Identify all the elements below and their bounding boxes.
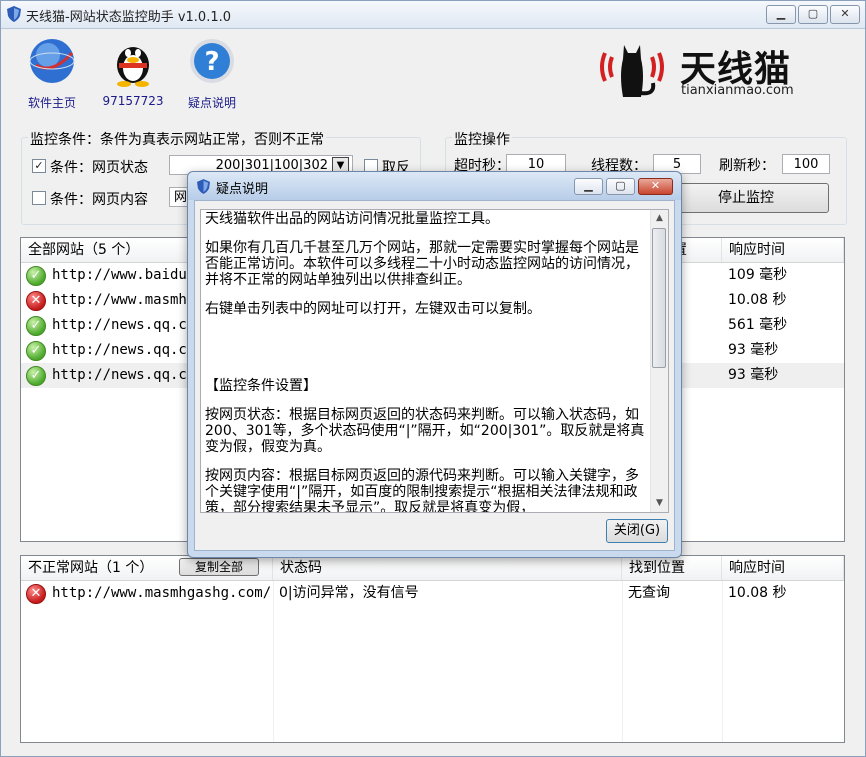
status-ok-icon: [26, 341, 46, 361]
qq-penguin-icon: [117, 47, 149, 87]
help-paragraph: 天线猫软件出品的网站访问情况批量监控工具。: [205, 211, 499, 227]
scroll-thumb[interactable]: [652, 228, 666, 368]
condition-content-value: 网: [174, 190, 188, 205]
condition-legend: 监控条件：条件为真表示网站正常，否则不正常: [28, 129, 326, 149]
title-bar[interactable]: 天线猫-网站状态监控助手 v1.0.1.0 ▁ ▢ ✕: [1, 1, 865, 29]
site-url: http://www.masmhgashg.com/: [52, 585, 272, 601]
condition-status-label: 条件：网页状态: [50, 160, 148, 176]
status-ok-icon: [26, 316, 46, 336]
app-shield-icon: [7, 6, 21, 22]
toolbar-help-label: 疑点说明: [187, 96, 236, 110]
dialog-close-icon[interactable]: ✕: [638, 178, 673, 195]
status-error-icon: [26, 584, 46, 604]
refresh-input[interactable]: 100: [782, 154, 830, 174]
dialog-close-button[interactable]: 关闭(G): [606, 519, 668, 543]
condition-content-label: 条件：网页内容: [50, 192, 148, 208]
refresh-label: 刷新秒：: [719, 158, 775, 174]
help-paragraph: 右键单击列表中的网址可以打开，左键双击可以复制。: [205, 301, 541, 317]
site-response-time: 93 毫秒: [728, 367, 779, 383]
dialog-shield-icon: [197, 179, 210, 194]
site-status-code: 0|访问异常，没有信号: [279, 585, 419, 601]
dialog-title: 疑点说明: [216, 182, 269, 197]
help-dialog: 疑点说明 ▁ ▢ ✕ 天线猫软件出品的网站访问情况批量监控工具。 如果你有几百几…: [187, 171, 682, 558]
help-paragraph: 按网页内容：根据目标网页返回的源代码来判断。可以输入关键字，多个关键字使用“|”…: [205, 468, 639, 513]
dialog-title-bar[interactable]: 疑点说明 ▁ ▢ ✕: [188, 172, 681, 200]
site-found-position: 无查询: [628, 585, 670, 601]
minimize-button[interactable]: ▁: [766, 5, 796, 24]
help-icon: ?: [190, 39, 234, 83]
refresh-value: 100: [793, 157, 819, 172]
status-ok-icon: [26, 366, 46, 386]
site-response-time: 93 毫秒: [728, 342, 779, 358]
toolbar-help[interactable]: ? 疑点说明: [175, 35, 249, 111]
main-window: 天线猫-网站状态监控助手 v1.0.1.0 ▁ ▢ ✕ 软件主页 9715772…: [0, 0, 866, 757]
svg-text:?: ?: [204, 47, 219, 77]
all-sites-col-time[interactable]: 响应时间: [722, 238, 844, 262]
condition-content-checkbox[interactable]: [32, 191, 46, 205]
site-response-time: 10.08 秒: [728, 292, 787, 308]
dialog-body: 天线猫软件出品的网站访问情况批量监控工具。 如果你有几百几千甚至几万个网站，那就…: [194, 200, 675, 551]
toolbar-qq-label: 97157723: [102, 94, 164, 108]
abnormal-col-time[interactable]: 响应时间: [722, 556, 844, 580]
toolbar-qq[interactable]: 97157723: [96, 35, 170, 108]
help-paragraph: 如果你有几百几千甚至几万个网站，那就一定需要实时掌握每个网站是否能正常访问。本软…: [205, 240, 639, 288]
status-error-icon: [26, 291, 46, 311]
dialog-minimize-button[interactable]: ▁: [574, 178, 603, 195]
cat-antenna-icon: [600, 45, 664, 97]
abnormal-sites-list[interactable]: 不正常网站（1 个） 状态码 找到位置 响应时间 复制全部 http://www…: [20, 555, 845, 743]
site-response-time: 109 毫秒: [728, 267, 788, 283]
monitor-legend: 监控操作: [452, 129, 512, 149]
toolbar-home-label: 软件主页: [27, 96, 76, 110]
site-response-time: 561 毫秒: [728, 317, 788, 333]
scroll-up-icon[interactable]: ▲: [651, 210, 668, 227]
threads-value: 5: [672, 157, 682, 172]
scroll-down-icon[interactable]: ▼: [651, 495, 668, 512]
abnormal-col-status[interactable]: 状态码: [273, 556, 622, 580]
help-scrollbar[interactable]: ▲ ▼: [650, 210, 668, 512]
toolbar-home[interactable]: 软件主页: [15, 35, 89, 111]
timeout-value: 10: [527, 157, 545, 172]
close-button[interactable]: ✕: [830, 5, 860, 24]
help-paragraph: 按网页状态：根据目标网页返回的状态码来判断。可以输入状态码，如200、301等，…: [205, 407, 645, 455]
help-section-heading: 【监控条件设置】: [205, 378, 317, 394]
status-ok-icon: [26, 266, 46, 286]
brand-logo: 天线猫 tianxianmao.com: [597, 35, 797, 105]
window-title: 天线猫-网站状态监控助手 v1.0.1.0: [26, 10, 231, 25]
table-row[interactable]: http://www.masmhgashg.com/ 0|访问异常，没有信号 无…: [21, 581, 844, 606]
help-text-content: 天线猫软件出品的网站访问情况批量监控工具。 如果你有几百几千甚至几万个网站，那就…: [203, 211, 649, 513]
stop-monitor-button[interactable]: 停止监控: [663, 183, 829, 213]
site-response-time: 10.08 秒: [728, 585, 787, 601]
globe-icon: [29, 39, 75, 83]
abnormal-col-found[interactable]: 找到位置: [622, 556, 722, 580]
dialog-maximize-button[interactable]: ▢: [606, 178, 635, 195]
abnormal-sites-header: 不正常网站（1 个） 状态码 找到位置 响应时间: [21, 556, 844, 581]
maximize-button[interactable]: ▢: [798, 5, 828, 24]
condition-status-checkbox[interactable]: ✓: [32, 159, 46, 173]
copy-all-button[interactable]: 复制全部: [179, 558, 259, 576]
brand-url: tianxianmao.com: [681, 83, 794, 98]
help-text-area[interactable]: 天线猫软件出品的网站访问情况批量监控工具。 如果你有几百几千甚至几万个网站，那就…: [200, 209, 669, 513]
